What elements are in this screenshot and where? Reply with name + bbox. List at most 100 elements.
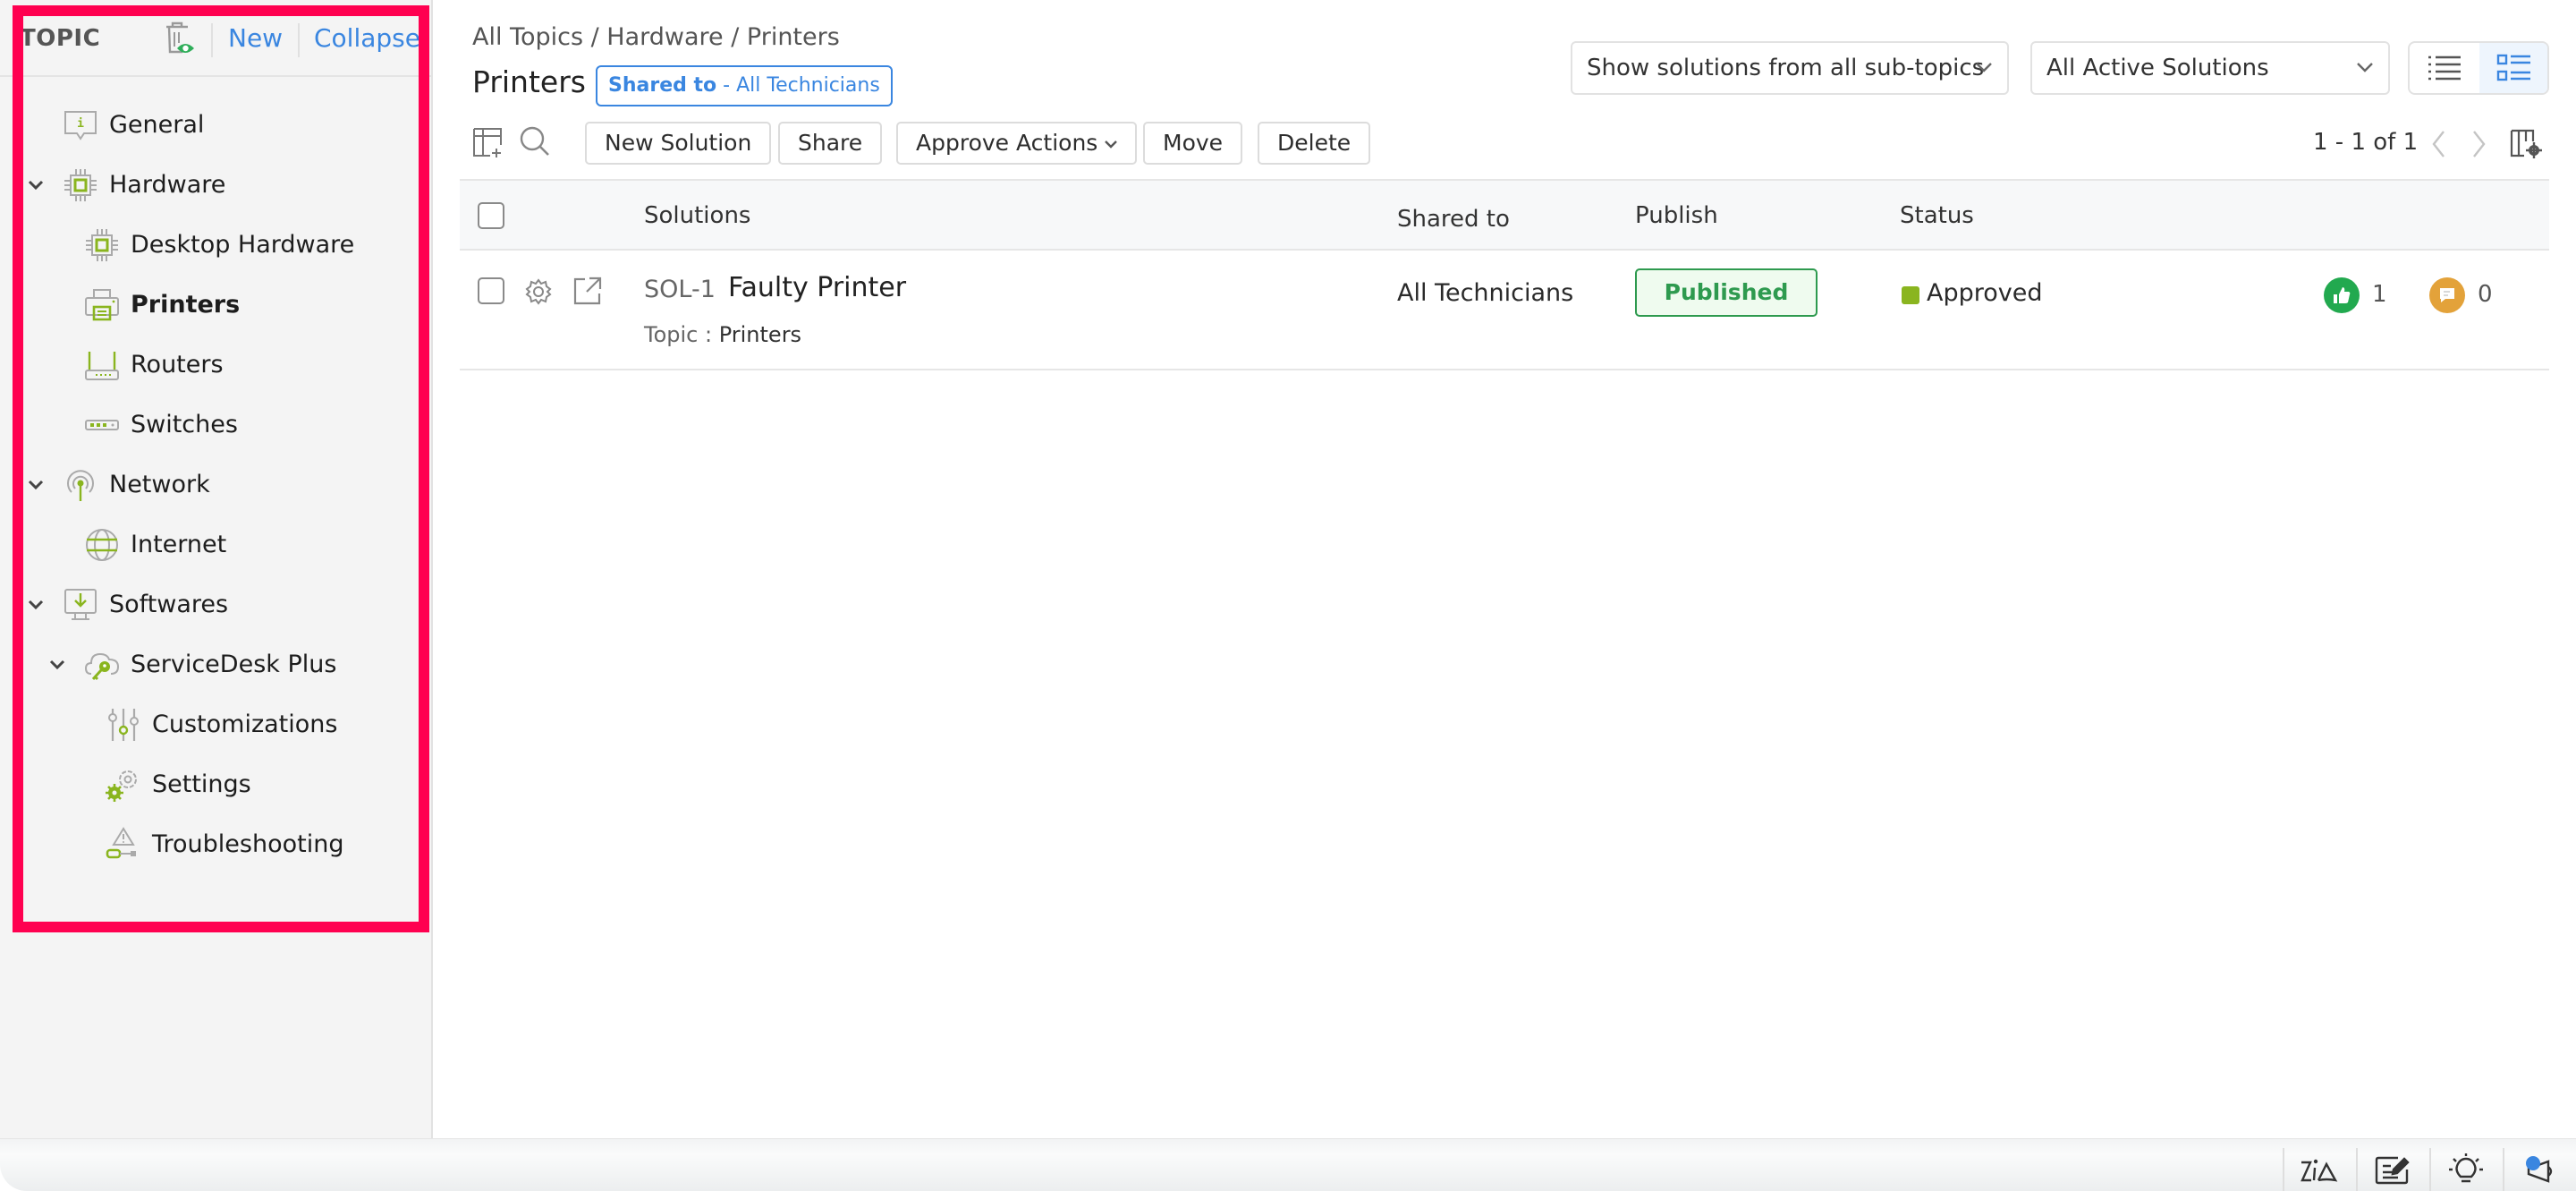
share-button[interactable]: Share [778,122,883,165]
sidebar-item-network[interactable]: Network [0,455,431,515]
column-header-publish[interactable]: Publish [1635,202,1718,229]
tips-button[interactable] [2429,1148,2501,1191]
trash-with-eye-icon[interactable] [161,20,197,57]
topic-tree: i General Hardware Desktop Hardware Printers… [0,95,431,874]
gears-icon [106,767,141,803]
sidebar-item-label: General [109,111,205,139]
sidebar-item-servicedesk-plus[interactable]: ServiceDesk Plus [0,634,431,694]
status-filter-select[interactable]: All Active Solutions [2030,41,2390,95]
column-header-status[interactable]: Status [1900,202,1974,229]
monitor-download-icon [63,587,98,623]
move-button[interactable]: Move [1143,122,1243,165]
column-header-solutions[interactable]: Solutions [644,202,750,229]
sidebar-item-label: Settings [152,770,251,798]
notes-edit-icon [2375,1156,2410,1184]
list-view-icon [2428,55,2461,81]
new-topic-link[interactable]: New [228,23,283,53]
sidebar-item-label: Hardware [109,171,226,199]
lightbulb-icon [2449,1153,2483,1182]
sidebar-item-desktop-hardware[interactable]: Desktop Hardware [0,215,431,275]
sidebar-item-troubleshooting[interactable]: Troubleshooting [0,814,431,874]
page-title: Printers [472,64,586,99]
comment-icon[interactable] [2429,277,2465,313]
zia-icon [2301,1159,2338,1182]
like-count: 1 [2372,281,2387,308]
notes-button[interactable] [2356,1148,2428,1191]
chevron-down-icon[interactable] [25,174,47,196]
chevron-right-icon[interactable] [2469,129,2488,159]
zia-assistant-button[interactable] [2283,1148,2354,1191]
chevron-left-icon[interactable] [2429,129,2449,159]
router-icon [84,347,120,383]
svg-text:i: i [77,117,84,131]
chevron-down-icon [1976,63,1992,72]
subtopic-filter-value: Show solutions from all sub-topics [1587,55,1985,81]
search-icon[interactable] [519,125,551,161]
cloud-key-icon [84,647,120,683]
bottom-bar [0,1138,2576,1191]
view-mode-toggle [2408,41,2549,95]
network-switch-icon [84,407,120,443]
approve-actions-label: Approve Actions [916,130,1098,156]
solution-topic: Topic : Printers [644,322,801,347]
breadcrumb[interactable]: All Topics / Hardware / Printers [472,23,840,51]
sidebar-item-label: ServiceDesk Plus [131,651,337,678]
solutions-table: Solutions Shared to Publish Status SOL-1… [460,179,2549,370]
publish-status-badge[interactable]: Published [1635,268,1818,317]
sidebar-item-settings[interactable]: Settings [0,754,431,814]
antenna-signal-icon [63,467,98,503]
sidebar-item-routers[interactable]: Routers [0,335,431,395]
chevron-down-icon[interactable] [25,474,47,496]
sidebar-item-general[interactable]: i General [0,95,431,155]
comment-count: 0 [2478,281,2493,308]
sidebar-item-softwares[interactable]: Softwares [0,574,431,634]
column-settings-icon[interactable] [2510,129,2542,163]
header-divider [211,23,213,57]
sidebar-item-switches[interactable]: Switches [0,395,431,455]
announcements-button[interactable] [2503,1148,2574,1191]
solution-id: SOL-1 [644,276,716,303]
sidebar-item-label: Internet [131,531,227,558]
subtopic-filter-select[interactable]: Show solutions from all sub-topics [1571,41,2009,95]
delete-button[interactable]: Delete [1258,122,1371,165]
detail-view-button[interactable] [2479,43,2547,93]
new-solution-button[interactable]: New Solution [585,122,772,165]
chevron-down-icon [2357,63,2373,72]
cpu-chip-icon [63,167,98,203]
sidebar-item-label: Routers [131,351,224,379]
table-add-column-icon[interactable] [472,127,504,161]
cpu-chip-icon [84,227,120,263]
sidebar-item-hardware[interactable]: Hardware [0,155,431,215]
chevron-down-icon[interactable] [47,654,68,676]
row-checkbox[interactable] [478,277,504,304]
header-divider [298,23,300,57]
column-header-shared-to[interactable]: Shared to [1397,206,1510,233]
announcement-icon [2526,1155,2553,1183]
sidebar-item-label: Troubleshooting [152,830,344,858]
pagination-info: 1 - 1 of 1 [2313,129,2419,156]
solution-title-link[interactable]: Faulty Printer [728,272,906,303]
chevron-down-icon[interactable] [25,594,47,616]
collapse-link[interactable]: Collapse [314,23,420,53]
globe-icon [84,527,120,563]
sidebar-item-internet[interactable]: Internet [0,515,431,574]
topic-sidebar: TOPIC New Collapse i General Hardware Deskt… [0,0,433,1138]
sidebar-item-label: Customizations [152,710,338,738]
shared-to-badge[interactable]: Shared to - All Technicians [596,65,893,106]
sidebar-item-label: Printers [131,291,241,319]
approve-actions-button[interactable]: Approve Actions [896,122,1138,165]
info-speech-bubble-icon: i [63,107,98,143]
table-row[interactable]: SOL-1 Faulty Printer Topic : Printers Al… [460,251,2549,370]
thumbs-up-icon[interactable] [2324,277,2360,313]
gear-icon[interactable] [524,277,553,310]
list-view-button[interactable] [2410,43,2479,93]
sidebar-item-printers[interactable]: Printers [0,275,431,335]
open-external-icon[interactable] [572,276,603,310]
sidebar-item-label: Desktop Hardware [131,231,355,259]
sidebar-header: TOPIC New Collapse [0,0,431,77]
sidebar-item-label: Network [109,471,210,498]
sidebar-item-customizations[interactable]: Customizations [0,694,431,754]
select-all-checkbox[interactable] [478,202,504,229]
main-content: All Topics / Hardware / Printers Printer… [433,0,2576,1138]
shared-to-value: All Technicians [1397,279,1574,307]
